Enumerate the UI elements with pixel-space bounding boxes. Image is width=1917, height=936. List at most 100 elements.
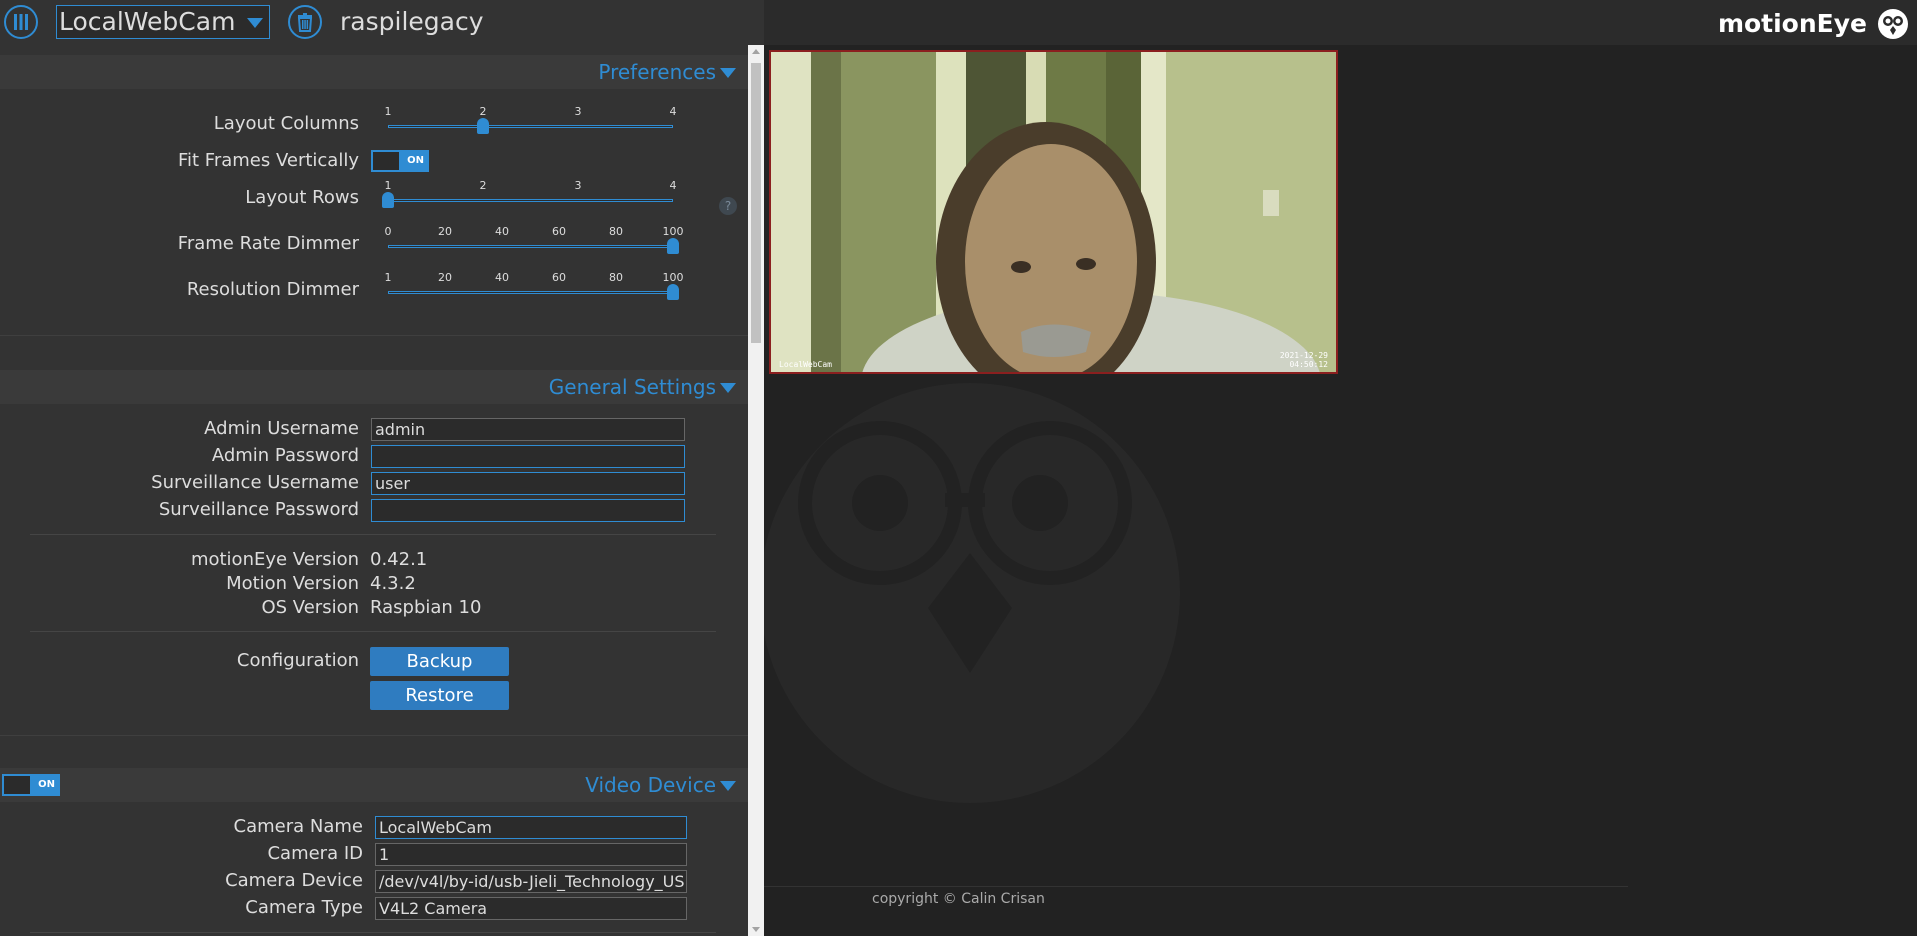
camera-type-input[interactable]: V4L2 Camera [375,897,687,920]
restore-button[interactable]: Restore [370,681,509,710]
slider-tick-label: 3 [574,179,582,192]
resolution-dimmer-label: Resolution Dimmer [186,279,359,300]
slider-track [388,125,673,128]
slider-tick-label: 4 [669,105,677,118]
chevron-down-icon [720,383,736,393]
backup-button[interactable]: Backup [370,647,509,676]
chevron-down-icon [720,781,736,791]
settings-scrollbar[interactable] [748,45,764,936]
slider-tick-label: 40 [495,225,509,238]
brand-title: motionEye [1717,9,1867,38]
slider-tick-label: 100 [662,271,684,284]
slider-ticks: 1 20 40 60 80 100 [384,271,684,285]
configuration-label: Configuration [236,650,359,671]
section-divider [0,735,748,736]
slider-handle[interactable] [382,192,394,208]
camera-id-label: Camera ID [267,843,363,864]
layout-columns-label: Layout Columns [213,113,359,134]
motioneye-version-label: motionEye Version [190,549,359,570]
camera-device-input[interactable]: /dev/v4l/by-id/usb-Jieli_Technology_USB_… [375,870,687,893]
slider-tick-label: 2 [479,179,487,192]
admin-password-input[interactable] [371,445,685,468]
surveillance-username-input[interactable]: user [371,472,685,495]
camera-type-label: Camera Type [245,897,363,918]
camera-overlay-date: 2021-12-29 [1279,351,1328,360]
slider-tick-label: 100 [662,225,684,238]
chevron-down-icon [247,18,263,28]
camera-name-input[interactable]: LocalWebCam [375,816,687,839]
settings-panel: Preferences Layout Columns 1 2 3 4 Fit Fram… [0,45,748,936]
camera-overlay-name: LocalWebCam [779,360,832,369]
preferences-title: Preferences [598,60,716,84]
video-device-header[interactable]: ON Video Device [0,768,748,802]
slider-tick-label: 80 [609,225,623,238]
slider-track [388,245,673,248]
layout-columns-slider[interactable]: 1 2 3 4 [384,105,677,145]
slider-tick-label: 40 [495,271,509,284]
slider-tick-label: 20 [438,271,452,284]
camera-select[interactable]: LocalWebCam [56,5,270,39]
scroll-down-icon[interactable] [752,927,760,932]
copyright: copyright © Calin Crisan [872,891,1045,907]
admin-password-label: Admin Password [211,445,359,466]
layout-rows-slider[interactable]: 1 2 3 4 [382,179,677,219]
slider-tick-label: 1 [384,105,392,118]
scrollbar-thumb[interactable] [751,63,761,343]
surveillance-password-label: Surveillance Password [158,499,359,520]
slider-tick-label: 80 [609,271,623,284]
os-version-value: Raspbian 10 [370,597,482,618]
frame-rate-dimmer-label: Frame Rate Dimmer [177,233,359,254]
remove-camera-button[interactable] [288,5,322,39]
video-device-toggle[interactable]: ON [2,774,60,796]
camera-id-input[interactable]: 1 [375,843,687,866]
preferences-header[interactable]: Preferences [0,55,748,89]
admin-username-input[interactable]: admin [371,418,685,441]
slider-tick-label: 1 [384,271,392,284]
toggle-state: ON [407,155,424,166]
divider [30,534,716,535]
slider-tick-label: 2 [479,105,487,118]
section-divider [0,335,748,336]
surveillance-username-label: Surveillance Username [151,472,359,493]
camera-area: LocalWebCam 2021-12-29 04:50:12 copyrigh… [764,45,1917,936]
slider-tick-label: 20 [438,225,452,238]
motion-version-value: 4.3.2 [370,573,416,594]
divider [30,932,716,933]
owl-watermark [764,383,1180,803]
slider-ticks: 1 2 3 4 [384,105,677,119]
slider-tick-label: 1 [384,179,392,192]
surveillance-password-input[interactable] [371,499,685,522]
os-version-label: OS Version [261,597,359,618]
toggle-knob [4,776,30,794]
toggle-knob [373,152,399,170]
settings-menu-button[interactable] [4,5,38,39]
fit-frames-toggle[interactable]: ON [371,150,429,172]
slider-handle[interactable] [667,238,679,254]
camera-overlay-clock: 04:50:12 [1289,360,1328,369]
fit-frames-label: Fit Frames Vertically [177,150,359,171]
motioneye-version-value: 0.42.1 [370,549,428,570]
motion-version-label: Motion Version [226,573,359,594]
camera-frame[interactable]: LocalWebCam 2021-12-29 04:50:12 [769,50,1338,374]
slider-tick-label: 60 [552,271,566,284]
scroll-up-icon[interactable] [752,49,760,54]
resolution-dimmer-slider[interactable]: 1 20 40 60 80 100 [384,271,684,311]
camera-snapshot [771,52,1336,372]
video-device-title: Video Device [585,773,716,797]
camera-name-label: Camera Name [233,816,363,837]
camera-device-label: Camera Device [225,870,363,891]
chevron-down-icon [720,68,736,78]
divider [30,631,716,632]
owl-logo-icon [1878,9,1908,39]
slider-handle[interactable] [477,118,489,134]
menu-icon [14,14,28,30]
camera-select-value: LocalWebCam [59,7,236,36]
footer-divider [764,886,1628,887]
trash-icon [297,13,313,32]
slider-handle[interactable] [667,284,679,300]
slider-tick-label: 4 [669,179,677,192]
general-settings-header[interactable]: General Settings [0,370,748,404]
help-icon[interactable]: ? [719,197,737,215]
frame-rate-dimmer-slider[interactable]: 0 20 40 60 80 100 [385,225,684,265]
slider-tick-label: 3 [574,105,582,118]
